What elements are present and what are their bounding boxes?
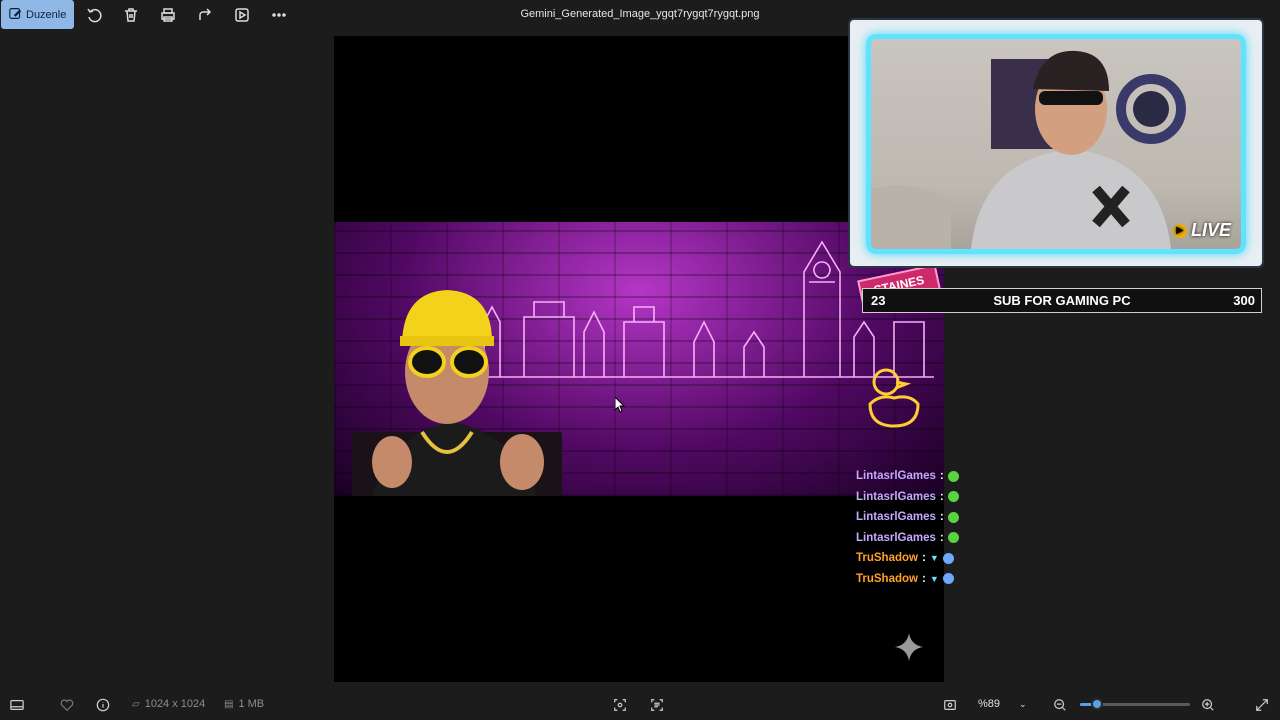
emote-icon (942, 552, 954, 564)
zoom-out-icon[interactable] (1053, 698, 1067, 712)
emote-icon (947, 470, 959, 482)
chat-username: TruShadow (856, 552, 918, 565)
chat-separator: : (921, 552, 926, 565)
chat-message: LintasrlGames : (856, 507, 976, 528)
zoom-slider[interactable] (1080, 698, 1190, 710)
status-bar: ▱ 1024 x 1024 ▤ 1 MB %89 ⌄ (0, 688, 1280, 720)
file-size-icon: ▤ (224, 698, 234, 710)
person-image (352, 290, 562, 496)
more-icon[interactable] (270, 6, 288, 24)
chat-message: LintasrlGames : (856, 466, 976, 487)
file-size-value: 1 MB (238, 698, 265, 710)
mouse-cursor-icon (615, 397, 625, 413)
chat-username: TruShadow (856, 572, 918, 585)
chat-separator: : (939, 470, 944, 483)
chevron-down-icon: ⌄ (1019, 698, 1027, 709)
zoom-value: %89 (978, 698, 1001, 710)
share-icon[interactable] (196, 6, 214, 24)
emote-icon (947, 511, 959, 523)
window-title: Gemini_Generated_Image_ygqt7rygqt7rygqt.… (520, 8, 760, 20)
chat-message: TruShadow : ▼ (856, 569, 976, 590)
print-icon[interactable] (159, 6, 177, 24)
emote-icon (947, 532, 959, 544)
edit-button[interactable]: Duzenle (1, 0, 74, 29)
rotate-icon[interactable] (85, 6, 103, 24)
dimensions-value: 1024 x 1024 (144, 698, 206, 710)
badge-icon: ▼ (929, 553, 939, 564)
emote-icon (947, 491, 959, 503)
sparkle-icon (895, 633, 923, 661)
delete-icon[interactable] (122, 6, 140, 24)
chat-username: LintasrlGames (856, 511, 936, 524)
actual-size-icon[interactable] (943, 698, 957, 712)
scan-text-icon[interactable] (650, 698, 664, 712)
sub-goal-target: 300 (1233, 293, 1255, 308)
info-icon[interactable] (96, 698, 110, 712)
chat-separator: : (939, 511, 944, 524)
streamer-image (871, 50, 1186, 249)
emote-icon (942, 573, 954, 585)
fit-to-window-icon[interactable] (613, 698, 627, 712)
zoom-in-icon[interactable] (1201, 698, 1215, 712)
favorite-icon[interactable] (60, 698, 74, 712)
live-badge: ▶ LIVE (1172, 220, 1231, 241)
sub-goal-bar: 23 SUB FOR GAMING PC 300 (862, 288, 1262, 313)
chat-separator: : (921, 572, 926, 585)
live-icon: ▶ (1172, 223, 1187, 238)
chat-separator: : (939, 531, 944, 544)
neon-duck-image (868, 368, 920, 428)
file-size: ▤ 1 MB (224, 698, 264, 710)
filmstrip-icon[interactable] (10, 698, 24, 712)
chat-username: LintasrlGames (856, 531, 936, 544)
chat-message: LintasrlGames : (856, 528, 976, 549)
chat-separator: : (939, 490, 944, 503)
badge-icon: ▼ (929, 573, 939, 584)
image-dimensions: ▱ 1024 x 1024 (132, 698, 205, 710)
slideshow-icon[interactable] (233, 6, 251, 24)
dimensions-icon: ▱ (132, 698, 140, 710)
chat-username: LintasrlGames (856, 470, 936, 483)
live-label: LIVE (1190, 220, 1231, 240)
chat-overlay: LintasrlGames : LintasrlGames : Lintasrl… (856, 466, 976, 589)
edit-icon (9, 7, 22, 23)
chat-username: LintasrlGames (856, 490, 936, 503)
webcam-frame: ▶ LIVE (848, 18, 1264, 268)
sub-goal-label: SUB FOR GAMING PC (993, 293, 1131, 308)
chat-message: TruShadow : ▼ (856, 548, 976, 569)
webcam-feed: ▶ LIVE (866, 34, 1246, 254)
fullscreen-icon[interactable] (1255, 698, 1269, 712)
zoom-dropdown[interactable]: %89 ⌄ (978, 698, 1027, 710)
zoom-slider-thumb[interactable] (1090, 698, 1103, 710)
edit-label: Duzenle (26, 8, 67, 21)
chat-message: LintasrlGames : (856, 487, 976, 508)
